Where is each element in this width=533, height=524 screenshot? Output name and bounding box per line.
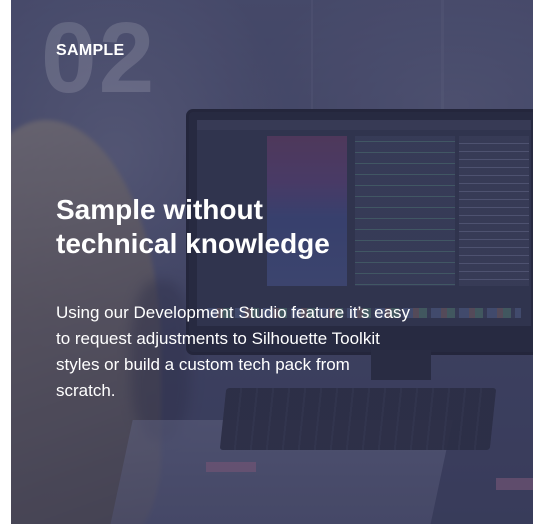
headline-line: Sample without — [56, 194, 263, 225]
description-line: styles or build a custom tech pack from — [56, 355, 350, 374]
card-headline: Sample without technical knowledge — [56, 193, 486, 261]
description-line: scratch. — [56, 381, 116, 400]
card-description: Using our Development Studio feature it’… — [56, 300, 476, 404]
description-line: Using our Development Studio feature it’… — [56, 303, 411, 322]
eyebrow-label: SAMPLE — [56, 42, 125, 59]
headline-line: technical knowledge — [56, 228, 330, 259]
feature-card: 02 SAMPLE Sample without technical knowl… — [11, 0, 533, 524]
description-line: to request adjustments to Silhouette Too… — [56, 329, 380, 348]
